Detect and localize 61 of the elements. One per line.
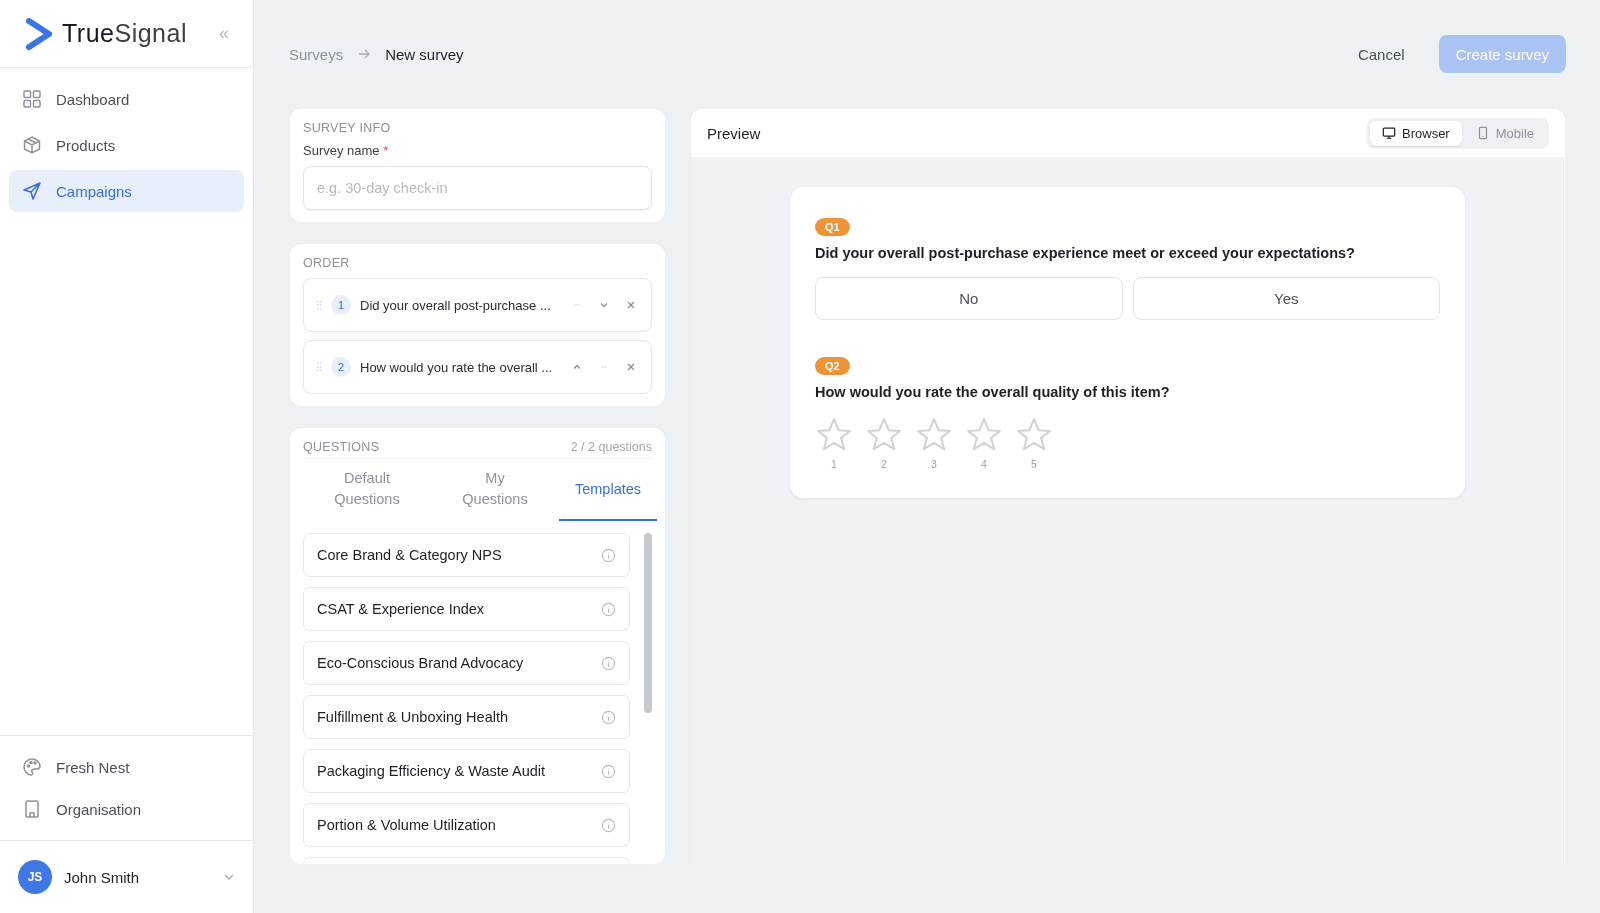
nav-item[interactable]: Organisation	[9, 788, 244, 830]
nav-item[interactable]: Dashboard	[9, 78, 244, 120]
question-badge: Q2	[815, 357, 850, 375]
question-text: How would you rate the overall quality of this item?	[815, 384, 1171, 400]
section-heading: SURVEY INFO	[303, 121, 392, 135]
info-icon[interactable]	[601, 547, 616, 563]
template-item[interactable]: Fulfillment & Unboxing Health	[303, 695, 630, 739]
template-item[interactable]: CSAT & Experience Index	[303, 587, 630, 631]
info-icon[interactable]	[601, 601, 616, 617]
info-icon[interactable]	[601, 709, 616, 725]
question-number: 2	[331, 357, 351, 377]
panel-title: Preview	[707, 124, 761, 142]
question-title: Did your overall post-purchase ...	[360, 297, 552, 313]
star-label: 2	[881, 458, 887, 470]
user-avatar[interactable]: JS	[18, 860, 52, 894]
arrow-right-icon	[357, 47, 372, 61]
answer-option[interactable]: No	[815, 277, 1123, 320]
question-text: Did your overall post-purchase experience meet or exceed your expectations?	[815, 245, 1356, 261]
close-icon[interactable]	[625, 361, 637, 373]
field-label: Survey name *	[303, 143, 390, 158]
cancel-button[interactable]: Cancel	[1351, 44, 1411, 64]
required-mark: *	[383, 143, 389, 158]
nav-item[interactable]: Campaigns	[9, 170, 244, 212]
view-mode-button[interactable]: Browser	[1370, 120, 1462, 146]
drag-handle-icon[interactable]	[316, 300, 322, 310]
user-name: John Smith	[64, 868, 140, 886]
tab[interactable]: Templates	[559, 459, 657, 521]
question-number: 1	[331, 295, 351, 315]
info-icon[interactable]	[601, 763, 616, 779]
nav-item[interactable]: Products	[9, 124, 244, 166]
template-item[interactable]: Packaging Efficiency & Waste Audit	[303, 749, 630, 793]
palette-icon	[22, 757, 42, 777]
nav-item[interactable]: Fresh Nest	[9, 746, 244, 788]
info-icon[interactable]	[601, 817, 616, 833]
question-badge: Q1	[815, 218, 850, 236]
question-count: 2 / 2 questions	[570, 440, 652, 454]
send-icon	[22, 181, 42, 201]
template-item[interactable]: Core Brand & Category NPS	[303, 533, 630, 577]
building-icon	[22, 799, 42, 819]
grid-icon	[22, 89, 42, 109]
template-item[interactable]: Eco-Conscious Brand Advocacy	[303, 641, 630, 685]
logo: TrueSignal	[62, 19, 187, 48]
answer-option[interactable]: Yes	[1132, 277, 1440, 320]
section-heading: QUESTIONS	[303, 440, 380, 454]
star-label: 3	[931, 458, 937, 470]
section-heading: ORDER	[303, 256, 351, 270]
close-icon[interactable]	[625, 299, 637, 311]
box-icon	[22, 135, 42, 155]
star-label: 5	[1031, 458, 1037, 470]
survey-name-field[interactable]: e.g. 30-day check-in	[303, 166, 652, 210]
template-item[interactable]: Portion & Volume Utilization	[303, 803, 630, 847]
info-icon[interactable]	[601, 655, 616, 671]
monitor-icon	[1382, 126, 1396, 140]
drag-handle-icon[interactable]	[316, 362, 322, 372]
breadcrumb-current: New survey	[385, 45, 464, 63]
logo-icon	[24, 16, 54, 51]
order-item[interactable]: 1 Did your overall post-purchase ...	[303, 278, 652, 332]
order-item[interactable]: 2 How would you rate the overall ...	[303, 340, 652, 394]
question-title: How would you rate the overall ...	[360, 359, 554, 375]
star-label: 4	[981, 458, 987, 470]
star-label: 1	[831, 458, 837, 470]
